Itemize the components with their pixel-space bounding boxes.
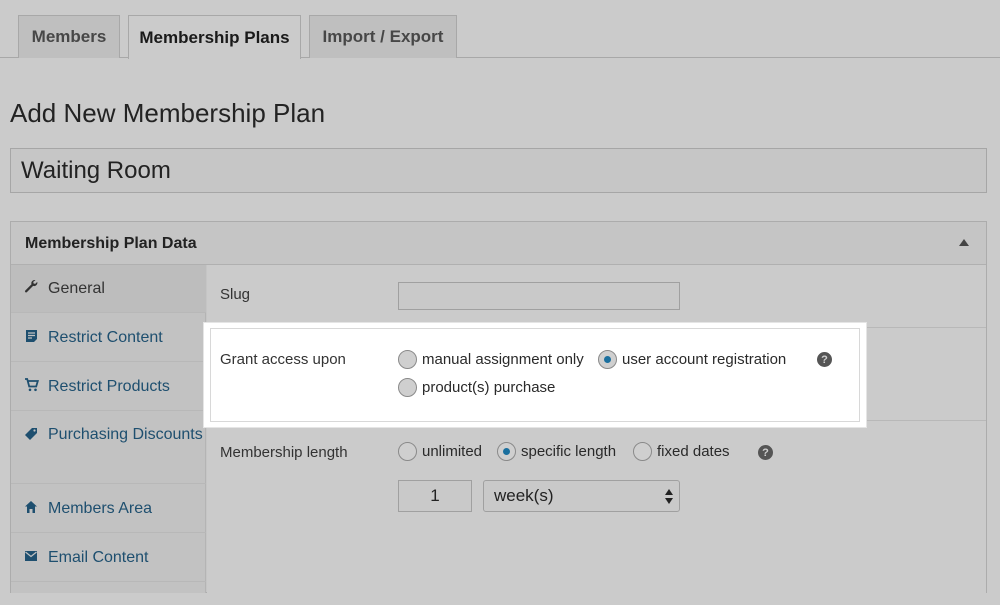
select-value: week(s): [494, 486, 554, 505]
sidebar-item-label: Members Area: [48, 500, 153, 517]
help-icon[interactable]: ?: [758, 445, 773, 460]
plan-name-input[interactable]: [10, 148, 987, 193]
envelope-icon: [23, 548, 39, 564]
radio-label: specific length: [521, 443, 617, 460]
radio-label: unlimited: [422, 443, 483, 460]
sidebar-item-restrict-products[interactable]: Restrict Products: [11, 362, 206, 411]
radio-product-purchase[interactable]: product(s) purchase: [398, 378, 555, 397]
nav-tabs: Members Membership Plans Import / Export: [0, 0, 1000, 59]
radio-user-account-registration[interactable]: user account registration: [598, 350, 786, 369]
page-title: Add New Membership Plan: [10, 98, 326, 128]
length-unit-select[interactable]: week(s): [483, 480, 680, 512]
collapse-toggle-icon[interactable]: [957, 236, 971, 250]
help-icon[interactable]: ?: [817, 352, 832, 367]
home-icon: [23, 499, 39, 515]
radio-label: manual assignment only: [422, 351, 584, 368]
radio-fixed-dates[interactable]: fixed dates: [633, 442, 730, 461]
tab-import-export[interactable]: Import / Export: [309, 15, 457, 58]
tab-label: Members: [31, 27, 107, 46]
sidebar-item-restrict-content[interactable]: Restrict Content: [11, 313, 206, 362]
sidebar-item-label: Restrict Products: [48, 378, 170, 395]
sidebar-item-label: Email Content: [48, 549, 149, 566]
sidebar-item-purchasing-discounts[interactable]: Purchasing Discounts: [11, 411, 206, 484]
slug-label: Slug: [220, 286, 251, 303]
radio-circle: [633, 442, 652, 461]
length-amount-input[interactable]: 1: [398, 480, 472, 512]
sidebar-item-email-content[interactable]: Email Content: [11, 533, 206, 582]
tab-members[interactable]: Members: [18, 15, 120, 58]
plan-data-sidebar: General Restrict Content Restrict Produc…: [11, 265, 206, 593]
tab-membership-plans[interactable]: Membership Plans: [128, 15, 301, 59]
postbox-title: Membership Plan Data: [25, 235, 197, 252]
grant-access-label: Grant access upon: [220, 351, 346, 368]
radio-manual-assignment[interactable]: manual assignment only: [398, 350, 584, 369]
wrench-icon: [23, 278, 39, 294]
radio-specific-length[interactable]: specific length: [497, 442, 616, 461]
sidebar-item-label: Restrict Content: [48, 329, 163, 346]
radio-circle: [497, 442, 516, 461]
radio-circle: [398, 442, 417, 461]
grant-access-highlight: [204, 323, 866, 427]
sidebar-item-general[interactable]: General: [11, 265, 206, 313]
radio-circle: [598, 350, 617, 369]
cart-icon: [23, 377, 39, 393]
grant-access-row: [210, 328, 860, 422]
tab-label: Membership Plans: [139, 27, 290, 47]
radio-unlimited[interactable]: unlimited: [398, 442, 482, 461]
document-icon: [23, 328, 39, 344]
sidebar-item-label: General: [48, 280, 105, 297]
radio-label: fixed dates: [657, 443, 730, 460]
sidebar-item-members-area[interactable]: Members Area: [11, 484, 206, 533]
postbox-header: Membership Plan Data: [11, 222, 986, 265]
radio-label: product(s) purchase: [422, 379, 556, 396]
radio-label: user account registration: [622, 351, 787, 368]
slug-input[interactable]: [398, 282, 680, 310]
membership-length-label: Membership length: [220, 444, 348, 461]
radio-circle: [398, 350, 417, 369]
general-panel: [207, 265, 986, 593]
tab-label: Import / Export: [322, 27, 444, 46]
sidebar-item-label: Purchasing Discounts: [48, 426, 203, 443]
radio-circle: [398, 378, 417, 397]
select-arrows-icon: [665, 489, 673, 504]
